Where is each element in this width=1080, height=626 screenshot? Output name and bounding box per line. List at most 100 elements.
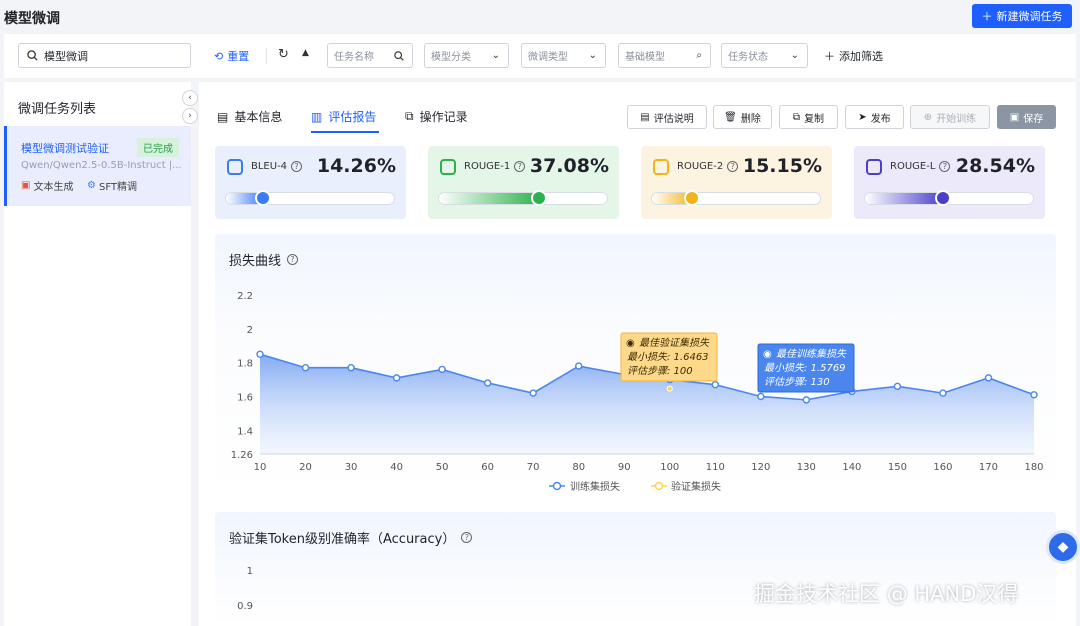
metric-name-label: BLEU-4 xyxy=(251,161,288,172)
tab-basic-info[interactable]: ▤ 基本信息 xyxy=(217,108,282,125)
metric-icon xyxy=(653,159,669,175)
reset-label: 重置 xyxy=(227,50,250,63)
add-filter-button[interactable]: ＋ 添加筛选 xyxy=(824,48,883,64)
metric-value: 15.15% xyxy=(742,155,822,177)
chart-icon: ▥ xyxy=(311,109,323,124)
x-tick-label: 130 xyxy=(797,462,816,473)
best-val-loss-tooltip: 最佳验证集损失最小损失: 1.6463 评估步骤: 100 ◉ xyxy=(620,332,718,382)
reset-button[interactable]: ⟲ 重置 xyxy=(214,48,249,64)
search-icon xyxy=(27,50,38,61)
status-badge: 已完成 xyxy=(137,138,179,157)
search-input[interactable]: 模型微调 xyxy=(18,43,191,68)
help-icon[interactable]: ? xyxy=(727,161,739,172)
refresh-icon[interactable]: ↻ xyxy=(278,47,289,62)
task-list-sidebar: 微调任务列表 ‹ › 模型微调测试验证 已完成 Qwen/Qwen2.5-0.5… xyxy=(4,82,198,626)
train-loss-point xyxy=(483,379,492,387)
legend-train-marker xyxy=(552,481,562,491)
metric-value: 14.26% xyxy=(316,155,396,177)
train-loss-point xyxy=(392,374,401,382)
metric-name: ROUGE-1? xyxy=(464,161,526,172)
tab-operation-log[interactable]: ⧉ 操作记录 xyxy=(405,108,468,125)
x-tick-label: 160 xyxy=(933,462,952,473)
send-icon: ➤ xyxy=(858,111,867,123)
metric-bar-knob xyxy=(683,190,700,206)
base-model-select[interactable]: 基础模型 ⌕ xyxy=(618,43,711,68)
train-loss-point xyxy=(438,365,446,374)
y-tick-label: 1 xyxy=(247,566,253,577)
train-loss-point xyxy=(939,389,947,397)
log-icon: ⧉ xyxy=(405,109,414,123)
train-loss-point xyxy=(802,396,811,404)
metric-bar xyxy=(438,192,608,205)
delete-button[interactable]: 🗑 删除 xyxy=(713,105,772,129)
chevron-left-icon[interactable]: ‹ xyxy=(182,90,198,106)
eval-explain-button[interactable]: ▤ 评估说明 xyxy=(627,105,707,129)
tab-label: 操作记录 xyxy=(419,110,468,124)
collapse-filters-icon[interactable]: ▲ xyxy=(302,48,309,58)
train-loss-point xyxy=(347,364,355,372)
copy-button[interactable]: ⧉ 复制 xyxy=(779,105,838,129)
metric-name: BLEU-4? xyxy=(251,161,303,172)
start-training-button[interactable]: ⊕ 开始训练 xyxy=(910,105,990,129)
new-task-button[interactable]: ＋ 新建微调任务 xyxy=(972,4,1072,28)
accuracy-chart-card: 验证集Token级别准确率（Accuracy） ? 1 0.9 xyxy=(215,512,1056,626)
search-icon xyxy=(394,50,404,61)
tab-eval-report[interactable]: ▥ 评估报告 xyxy=(311,108,376,125)
y-tick-label: 2.2 xyxy=(237,291,253,302)
base-model-label: 基础模型 xyxy=(625,52,665,63)
finetune-type-select[interactable]: 微调类型 ⌄ xyxy=(521,43,606,68)
chevron-down-icon: ⌄ xyxy=(491,50,500,61)
document-icon: ▤ xyxy=(217,109,229,124)
model-category-select[interactable]: 模型分类 ⌄ xyxy=(424,43,509,68)
x-tick-label: 80 xyxy=(572,462,585,473)
tab-label: 基本信息 xyxy=(234,110,283,124)
new-task-label: 新建微调任务 xyxy=(996,10,1063,23)
save-label: 保存 xyxy=(1023,113,1044,125)
x-tick-label: 140 xyxy=(842,462,861,473)
chevron-right-icon[interactable]: › xyxy=(182,108,198,124)
page-title: 模型微调 xyxy=(4,11,60,27)
train-loss-point xyxy=(711,380,719,389)
metric-bar xyxy=(651,192,821,205)
x-tick-label: 70 xyxy=(527,462,540,473)
x-tick-label: 110 xyxy=(706,462,725,473)
train-loss-point xyxy=(1030,391,1038,399)
metric-card-rouge1: ROUGE-1? 37.08% xyxy=(428,146,619,219)
metric-bar-knob xyxy=(530,190,547,206)
delete-label: 删除 xyxy=(740,113,761,125)
train-loss-point xyxy=(529,389,537,397)
model-category-label: 模型分类 xyxy=(431,52,471,63)
train-loss-point xyxy=(301,364,310,372)
x-tick-label: 170 xyxy=(979,462,998,473)
help-icon[interactable]: ? xyxy=(939,161,951,172)
loss-chart-card: 损失曲线 ? 2.2 2 1.8 1.6 1.4 1.26 10 20 30 40 50 60 70 80… xyxy=(215,234,1056,498)
metric-value: 37.08% xyxy=(529,155,609,177)
save-button[interactable]: ▣ 保存 xyxy=(997,105,1056,129)
help-icon[interactable]: ? xyxy=(514,161,526,172)
task-tag: ▣ 文本生成 xyxy=(21,178,73,193)
help-icon[interactable]: ? xyxy=(291,161,303,172)
metric-value: 28.54% xyxy=(955,155,1035,177)
loss-chart: 2.2 2 1.8 1.6 1.4 1.2610 20 30 40 50 60 70 80 90 100 11… xyxy=(231,291,1044,493)
task-name-input[interactable]: 任务名称 xyxy=(327,43,413,68)
metric-name-label: ROUGE-1 xyxy=(464,161,511,172)
save-icon: ▣ xyxy=(1009,111,1020,123)
publish-button[interactable]: ➤ 发布 xyxy=(845,105,904,129)
metric-icon xyxy=(866,159,882,175)
task-list-item[interactable]: 模型微调测试验证 已完成 Qwen/Qwen2.5-0.5B-Instruct … xyxy=(4,126,191,206)
task-status-select[interactable]: 任务状态 ⌄ xyxy=(721,43,808,68)
task-tag-label: 文本生成 xyxy=(33,182,74,193)
task-status-label: 任务状态 xyxy=(728,52,768,63)
plus-icon: ＋ xyxy=(981,10,993,23)
assistant-float-button[interactable]: ◆ xyxy=(1046,530,1080,564)
eval-explain-label: 评估说明 xyxy=(653,113,694,125)
task-tag-label: SFT精调 xyxy=(98,182,138,193)
y-tick-label: 1.26 xyxy=(231,450,253,461)
search-value: 模型微调 xyxy=(44,49,88,63)
chevron-down-icon: ⌄ xyxy=(790,50,799,61)
train-loss-point xyxy=(757,392,765,401)
finetune-type-label: 微调类型 xyxy=(528,52,568,63)
x-tick-label: 50 xyxy=(436,462,449,473)
metric-bar-fill xyxy=(865,193,944,204)
tooltip-text: 最佳训练集损失 xyxy=(776,348,847,360)
